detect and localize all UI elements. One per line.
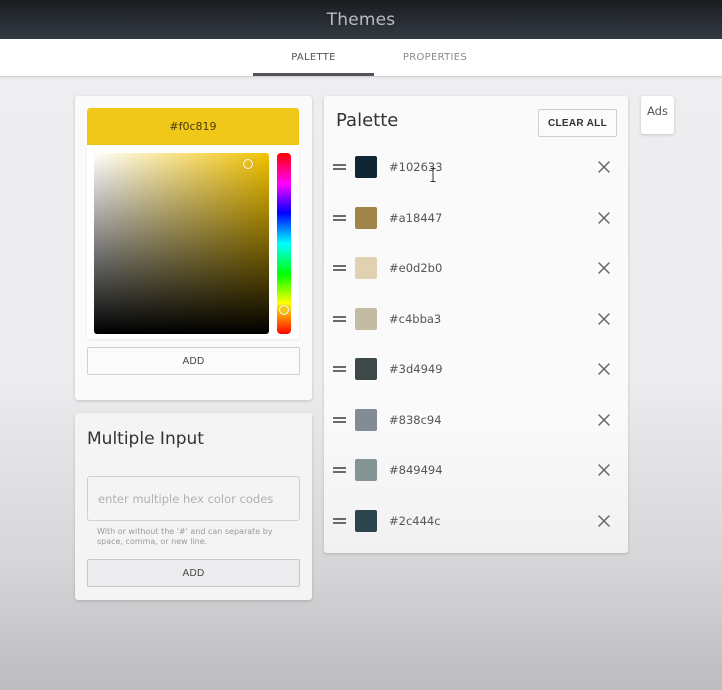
palette-item: #3d4949 (324, 344, 628, 395)
active-tab-indicator (253, 73, 374, 76)
remove-color-button[interactable] (596, 513, 612, 529)
color-hex-label: #849494 (389, 463, 443, 478)
saturation-brightness-area[interactable] (94, 153, 269, 334)
palette-title: Palette (336, 110, 399, 131)
remove-color-button[interactable] (596, 361, 612, 377)
color-swatch (355, 257, 377, 280)
palette-list: #102633 #a18447 #e0d2b0 #c4bba3 #3d4949 … (324, 142, 628, 546)
close-icon (598, 262, 610, 274)
remove-color-button[interactable] (596, 159, 612, 175)
palette-item: #c4bba3 (324, 294, 628, 345)
palette-item: #a18447 (324, 193, 628, 244)
close-icon (598, 464, 610, 476)
remove-color-button[interactable] (596, 412, 612, 428)
close-icon (598, 161, 610, 173)
palette-card: Palette CLEAR ALL #102633 #a18447 #e0d2b… (324, 96, 628, 553)
drag-handle-icon[interactable] (333, 467, 346, 474)
color-swatch (355, 206, 377, 229)
close-icon (598, 363, 610, 375)
remove-color-button[interactable] (596, 260, 612, 276)
color-swatch (355, 358, 377, 381)
color-hex-label: #838c94 (389, 412, 442, 427)
color-picker-card: #f0c819 ADD (75, 96, 312, 400)
color-swatch (355, 509, 377, 532)
remove-color-button[interactable] (596, 462, 612, 478)
color-swatch (355, 459, 377, 482)
drag-handle-icon[interactable] (333, 366, 346, 373)
tab-properties[interactable]: PROPERTIES (374, 39, 496, 76)
ads-panel[interactable]: Ads (641, 96, 674, 134)
hue-slider-handle[interactable] (279, 304, 289, 315)
remove-color-button[interactable] (596, 210, 612, 226)
color-hex-label: #c4bba3 (389, 311, 442, 326)
palette-item: #e0d2b0 (324, 243, 628, 294)
ads-label: Ads (647, 104, 668, 118)
hue-slider[interactable] (277, 153, 291, 334)
color-swatch (355, 307, 377, 330)
palette-item: #849494 (324, 445, 628, 496)
multiple-input-card: Multiple Input With or without the '#' a… (75, 413, 312, 600)
color-picker-body (87, 145, 299, 339)
multiple-input-hint: With or without the '#' and can separate… (97, 527, 273, 546)
drag-handle-icon[interactable] (333, 265, 346, 272)
drag-handle-icon[interactable] (333, 517, 346, 524)
palette-item: #2c444c (324, 496, 628, 547)
color-hex-label: #a18447 (389, 210, 443, 225)
text-cursor-icon (430, 168, 436, 182)
saturation-brightness-handle[interactable] (243, 158, 253, 169)
color-hex-label: #2c444c (389, 513, 441, 528)
color-swatch (355, 156, 377, 179)
drag-handle-icon[interactable] (333, 315, 346, 322)
drag-handle-icon[interactable] (333, 416, 346, 423)
multiple-input-title: Multiple Input (87, 429, 204, 449)
clear-all-button[interactable]: CLEAR ALL (538, 109, 617, 137)
add-color-button[interactable]: ADD (87, 347, 300, 375)
tab-palette[interactable]: PALETTE (253, 39, 374, 76)
color-hex-label: #e0d2b0 (389, 261, 443, 276)
tab-bar: PALETTE PROPERTIES (0, 39, 722, 77)
app-header: Themes (0, 0, 722, 39)
current-color-hex-display: #f0c819 (87, 108, 299, 145)
palette-item: #838c94 (324, 395, 628, 446)
drag-handle-icon[interactable] (333, 214, 346, 221)
color-hex-label: #3d4949 (389, 362, 443, 377)
multiple-hex-input[interactable] (87, 476, 300, 521)
page-title: Themes (326, 9, 396, 30)
close-icon (598, 212, 610, 224)
palette-item: #102633 (324, 142, 628, 193)
remove-color-button[interactable] (596, 311, 612, 327)
close-icon (598, 414, 610, 426)
close-icon (598, 313, 610, 325)
drag-handle-icon[interactable] (333, 164, 346, 171)
brightness-gradient (94, 153, 269, 334)
add-multiple-button[interactable]: ADD (87, 559, 300, 587)
close-icon (598, 515, 610, 527)
color-swatch (355, 408, 377, 431)
